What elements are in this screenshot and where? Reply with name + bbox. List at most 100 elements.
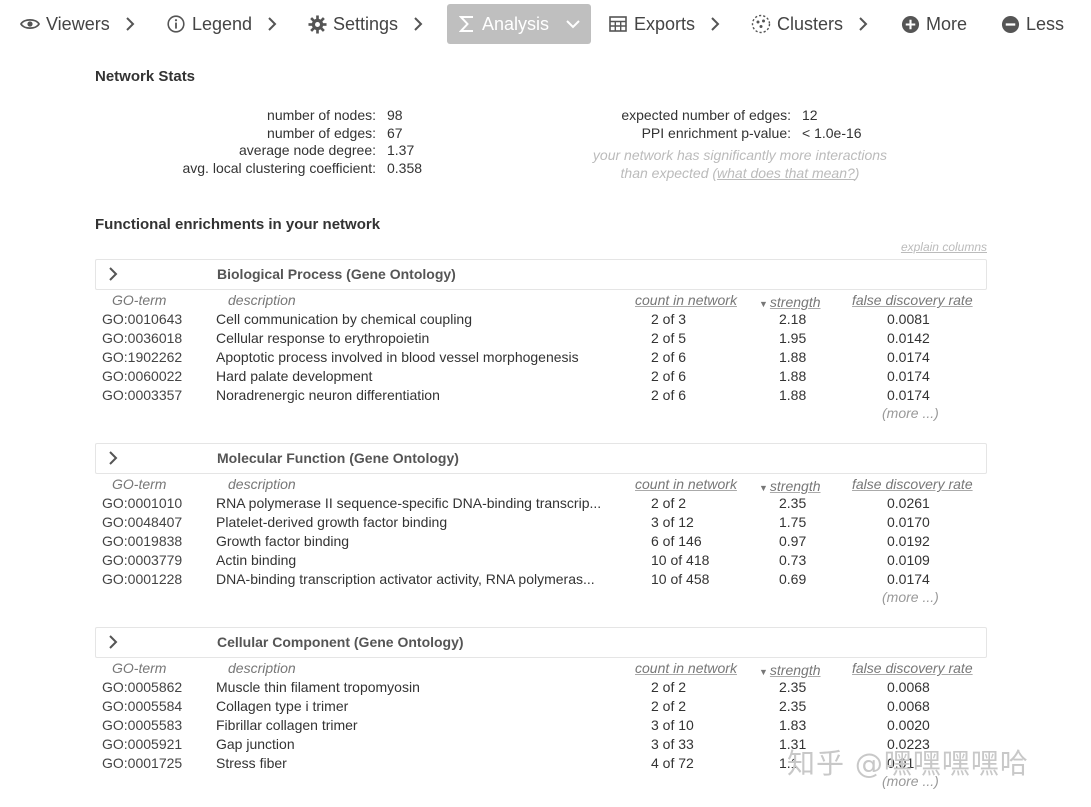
enrichment-block: Biological Process (Gene Ontology) GO-ter… xyxy=(95,259,987,423)
stat-label: average node degree: xyxy=(239,142,376,159)
stat-value: < 1.0e-16 xyxy=(802,124,862,141)
go-term: GO:0036018 xyxy=(102,330,183,346)
strength-value: 0.73 xyxy=(779,552,807,568)
ppi-note: your network has significantly more inte… xyxy=(580,147,900,182)
fdr-value: 0.0081 xyxy=(887,311,930,327)
chevron-right-icon[interactable] xyxy=(108,634,118,650)
enrichment-block-header[interactable]: Cellular Component (Gene Ontology) xyxy=(95,627,987,658)
stat-value: 12 xyxy=(802,107,818,123)
table-row[interactable]: GO:0005583 Fibrillar collagen trimer 3 of … xyxy=(95,715,987,734)
table-row[interactable]: GO:0001228 DNA-binding transcription acti… xyxy=(95,569,987,588)
strength-value: 1.83 xyxy=(779,717,807,733)
fdr-value: 0.0020 xyxy=(887,717,930,733)
col-count-in-network[interactable]: count in network xyxy=(635,292,737,308)
term-description: Hard palate development xyxy=(216,368,373,384)
nav-legend-label: Legend xyxy=(192,13,253,34)
count-in-network: 2 of 6 xyxy=(651,387,687,403)
fdr-value: 0.0174 xyxy=(887,368,930,384)
strength-value: 1.95 xyxy=(779,330,807,346)
table-row[interactable]: GO:0003779 Actin binding 10 of 418 0.73 0.01… xyxy=(95,550,987,569)
fdr-value: 0.0170 xyxy=(887,514,930,530)
table-row[interactable]: GO:1902262 Apoptotic process involved in … xyxy=(95,347,987,366)
col-strength[interactable]: ▼ strength xyxy=(759,476,821,494)
chevron-right-icon xyxy=(859,17,868,31)
term-description: Noradrenergic neuron differentiation xyxy=(216,387,440,403)
fdr-value: 0.0192 xyxy=(887,533,930,549)
col-count-in-network[interactable]: count in network xyxy=(635,476,737,492)
ppi-note-line2: than expected (what does that mean?) xyxy=(580,165,900,183)
term-description: Growth factor binding xyxy=(216,533,350,549)
col-strength[interactable]: ▼ strength xyxy=(759,660,821,678)
nav-less[interactable]: Less xyxy=(1000,4,1064,44)
more-link[interactable]: (more ...) xyxy=(882,589,939,605)
stat-value: 67 xyxy=(387,124,403,141)
table-row[interactable]: GO:0003357 Noradrenergic neuron different… xyxy=(95,385,987,404)
nav-clusters[interactable]: Clusters xyxy=(751,4,869,44)
chevron-right-icon[interactable] xyxy=(108,450,118,466)
nav-settings[interactable]: Settings xyxy=(307,4,424,44)
clusters-icon xyxy=(751,14,771,34)
table-row[interactable]: GO:0005862 Muscle thin filament tropomyos… xyxy=(95,677,987,696)
go-term: GO:0005584 xyxy=(102,698,183,714)
table-row[interactable]: GO:0060022 Hard palate development 2 of 6 1… xyxy=(95,366,987,385)
nav-more-label: More xyxy=(926,13,968,34)
stat-row: expected number of edges: 12 xyxy=(540,107,862,125)
term-description: Actin binding xyxy=(216,552,297,568)
count-in-network: 10 of 458 xyxy=(651,571,710,587)
table-row[interactable]: GO:0005584 Collagen type i trimer 2 of 2 2.… xyxy=(95,696,987,715)
nav-analysis[interactable]: Analysis xyxy=(447,4,592,44)
col-count-in-network[interactable]: count in network xyxy=(635,660,737,676)
count-in-network: 3 of 10 xyxy=(651,717,694,733)
strength-value: 1.88 xyxy=(779,387,807,403)
strength-value: 2.18 xyxy=(779,311,807,327)
go-term: GO:0001725 xyxy=(102,755,183,771)
col-fdr[interactable]: false discovery rate xyxy=(852,660,973,676)
fdr-value: 0.0174 xyxy=(887,387,930,403)
col-go-term: GO-term xyxy=(112,660,167,676)
explain-columns-link[interactable]: explain columns xyxy=(901,240,987,254)
fdr-value: 0.0261 xyxy=(887,495,930,511)
ppi-note-close: ) xyxy=(854,164,860,181)
enrichment-block-header[interactable]: Molecular Function (Gene Ontology) xyxy=(95,443,987,474)
count-in-network: 6 of 146 xyxy=(651,533,702,549)
nav-settings-label: Settings xyxy=(333,13,399,34)
term-description: Fibrillar collagen trimer xyxy=(216,717,358,733)
info-icon xyxy=(166,14,186,34)
count-in-network: 2 of 6 xyxy=(651,349,687,365)
col-strength[interactable]: ▼ strength xyxy=(759,292,821,310)
nav-more[interactable]: More xyxy=(900,4,967,44)
chevron-right-icon[interactable] xyxy=(108,266,118,282)
count-in-network: 3 of 33 xyxy=(651,736,694,752)
enrichment-block-title: Biological Process (Gene Ontology) xyxy=(217,266,456,282)
top-navigation: Viewers Legend Settings Analysis Exports xyxy=(0,0,1091,50)
table-row[interactable]: GO:0048407 Platelet-derived growth factor… xyxy=(95,512,987,531)
fdr-value: 0.0174 xyxy=(887,349,930,365)
nav-viewers[interactable]: Viewers xyxy=(20,4,136,44)
table-row[interactable]: GO:0001010 RNA polymerase II sequence-spe… xyxy=(95,493,987,512)
more-link[interactable]: (more ...) xyxy=(882,405,939,421)
minus-circle-icon xyxy=(1000,14,1020,34)
chevron-down-icon xyxy=(566,20,580,29)
stat-label: expected number of edges: xyxy=(621,107,791,123)
count-in-network: 2 of 2 xyxy=(651,698,687,714)
table-icon xyxy=(608,14,628,34)
table-row[interactable]: GO:0036018 Cellular response to erythropo… xyxy=(95,328,987,347)
stat-label: avg. local clustering coefficient: xyxy=(182,160,376,177)
col-fdr[interactable]: false discovery rate xyxy=(852,476,973,492)
column-headers: GO-term description count in network ▼ stren… xyxy=(95,290,987,310)
strength-value: 0.69 xyxy=(779,571,807,587)
count-in-network: 2 of 3 xyxy=(651,311,687,327)
col-fdr[interactable]: false discovery rate xyxy=(852,292,973,308)
stat-label: number of edges: xyxy=(267,124,376,141)
more-row: (more ...) xyxy=(95,588,987,607)
sort-down-icon: ▼ xyxy=(759,299,768,309)
what-does-that-mean-link[interactable]: what does that mean? xyxy=(717,165,855,181)
nav-legend[interactable]: Legend xyxy=(166,4,278,44)
table-row[interactable]: GO:0019838 Growth factor binding 6 of 146 0… xyxy=(95,531,987,550)
sort-down-icon: ▼ xyxy=(759,483,768,493)
table-row[interactable]: GO:0010643 Cell communication by chemical… xyxy=(95,309,987,328)
enrichment-block-header[interactable]: Biological Process (Gene Ontology) xyxy=(95,259,987,290)
col-description: description xyxy=(228,292,296,308)
term-description: Apoptotic process involved in blood vess… xyxy=(216,349,579,365)
nav-exports[interactable]: Exports xyxy=(608,4,721,44)
